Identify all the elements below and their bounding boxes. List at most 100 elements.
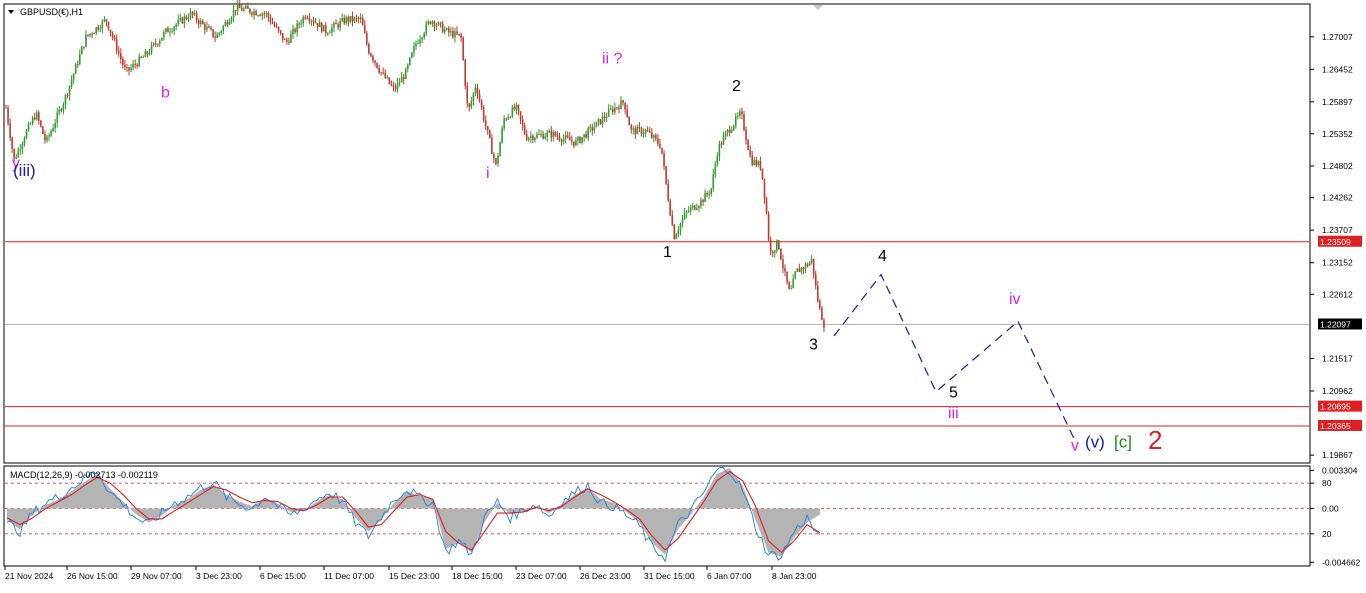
candle-body — [819, 300, 821, 309]
candle-body — [402, 77, 405, 80]
candle-body — [83, 46, 85, 48]
candle-body — [339, 20, 341, 28]
candle-body — [370, 53, 372, 57]
candle-body — [322, 25, 325, 32]
candle-body — [714, 164, 717, 175]
candle-body — [765, 198, 768, 214]
candle-body — [577, 137, 579, 141]
candle-body — [653, 135, 655, 138]
candle-body — [99, 28, 102, 30]
candle-body — [23, 138, 26, 144]
candle-body — [54, 123, 56, 129]
candle-body — [138, 56, 141, 67]
candle-body — [458, 34, 460, 36]
candle-body — [409, 57, 411, 65]
time-tick-label: 29 Nov 07:00 — [131, 571, 182, 581]
candle-body — [124, 64, 126, 68]
candle-body — [378, 67, 380, 73]
candle-body — [427, 21, 430, 24]
candle-body — [499, 142, 501, 157]
candle-body — [663, 153, 665, 167]
candle-body — [325, 25, 327, 34]
candle-body — [468, 103, 471, 108]
candle-body — [281, 33, 284, 41]
candle-body — [808, 262, 811, 266]
candle-body — [601, 116, 604, 124]
time-tick-label: 26 Nov 15:00 — [67, 571, 118, 581]
candle-body — [384, 72, 387, 79]
candle-body — [466, 85, 469, 104]
candle-body — [694, 205, 696, 210]
candle-body — [798, 268, 801, 272]
candle-body — [722, 136, 725, 145]
wave-label: 3 — [809, 337, 818, 354]
candle-body — [87, 34, 89, 36]
wave-label: 5 — [949, 385, 958, 402]
candle-body — [788, 281, 790, 289]
candle-body — [103, 19, 106, 21]
candle-body — [398, 82, 401, 84]
candle-body — [337, 24, 339, 28]
candle-body — [181, 17, 184, 24]
candle-body — [439, 22, 442, 24]
candle-body — [454, 31, 456, 38]
candle-body — [712, 174, 715, 189]
candle-body — [368, 44, 370, 54]
candle-body — [269, 17, 272, 23]
candle-body — [460, 34, 462, 38]
candle-body — [232, 10, 235, 18]
candle-body — [101, 20, 104, 29]
candle-body — [197, 20, 200, 25]
candle-body — [519, 111, 522, 120]
candle-body — [396, 82, 399, 89]
candle-body — [771, 251, 774, 254]
candle-body — [146, 51, 149, 55]
candle-body — [9, 123, 11, 139]
candle-body — [724, 132, 727, 137]
candle-body — [814, 274, 817, 286]
candle-body — [113, 37, 116, 40]
level-price-label: 1.20365 — [1320, 421, 1351, 431]
price-tick-label: 1.22612 — [1322, 289, 1353, 299]
candle-body — [179, 17, 182, 20]
price-tick-label: 1.19867 — [1322, 450, 1353, 460]
candle-body — [728, 129, 731, 133]
macd-tick-label: -0.004662 — [1322, 557, 1361, 567]
time-tick-label: 31 Dec 15:00 — [644, 571, 695, 581]
candle-body — [544, 136, 546, 139]
candle-body — [27, 123, 30, 131]
candle-body — [667, 183, 669, 201]
candle-body — [222, 25, 225, 32]
wave-label: 4 — [878, 248, 887, 265]
candle-body — [687, 211, 690, 212]
candle-body — [769, 239, 772, 252]
chart-canvas[interactable]: 1.235091.220971.206951.20365 y(iii)biii … — [0, 0, 1366, 588]
time-tick-label: 8 Jan 23:00 — [772, 571, 817, 581]
candle-body — [183, 16, 186, 24]
candle-body — [126, 67, 128, 68]
candle-body — [507, 117, 510, 120]
candle-body — [134, 64, 136, 65]
candle-body — [470, 101, 473, 108]
candle-body — [644, 129, 647, 133]
candle-body — [177, 19, 179, 25]
candle-body — [630, 125, 633, 130]
price-tick-label: 1.26452 — [1322, 64, 1353, 74]
candle-body — [105, 19, 108, 22]
candle-body — [343, 18, 346, 24]
candle-body — [464, 60, 466, 86]
candle-body — [683, 213, 686, 220]
candle-body — [191, 11, 194, 15]
candle-body — [552, 132, 555, 138]
candle-body — [60, 109, 63, 111]
candle-body — [144, 51, 147, 57]
candle-body — [415, 43, 417, 47]
candle-body — [376, 62, 378, 68]
candle-body — [677, 230, 680, 235]
candle-body — [128, 67, 130, 71]
candle-body — [214, 36, 216, 38]
chart-window[interactable]: 1.23509 1.22097 1.20695 1.20365 y (iii) b i ii … — [0, 0, 1366, 588]
candle-body — [70, 79, 73, 86]
wave-label: i — [486, 165, 490, 182]
candle-body — [400, 77, 403, 83]
